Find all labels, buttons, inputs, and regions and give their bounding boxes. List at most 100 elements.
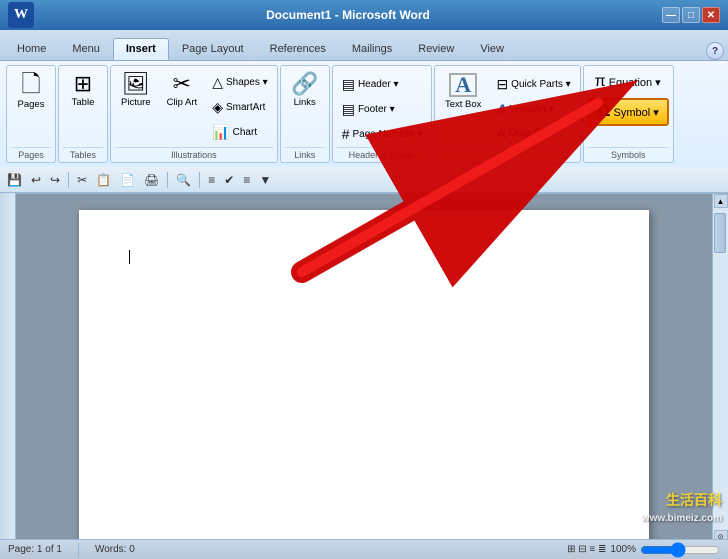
picture-button[interactable]: 🖼 Picture	[115, 69, 157, 112]
toolbar-cut[interactable]: ✂	[74, 172, 90, 188]
scroll-track[interactable]	[714, 208, 728, 530]
minimize-button[interactable]: —	[662, 7, 680, 23]
smartart-label: SmartArt	[226, 102, 265, 113]
pages-button[interactable]: 🗋 Pages	[11, 69, 51, 114]
tab-references[interactable]: References	[257, 38, 339, 60]
tab-insert[interactable]: Insert	[113, 38, 169, 60]
tab-mailings[interactable]: Mailings	[339, 38, 405, 60]
toolbar-styles[interactable]: ≡	[205, 172, 218, 188]
scroll-thumb[interactable]	[714, 213, 726, 253]
tab-page-layout[interactable]: Page Layout	[169, 38, 257, 60]
links-icon: 🔗	[291, 73, 318, 95]
dropcap-button[interactable]: A Drop C...	[491, 122, 575, 144]
toolbar-dropdown[interactable]: ▼	[256, 172, 274, 188]
group-illustrations: 🖼 Picture ✂ Clip Art △ Shapes ▾	[110, 65, 278, 163]
document-page[interactable]	[79, 210, 649, 539]
wordart-button[interactable]: A WordArt ▾	[491, 98, 575, 120]
scroll-up-arrow[interactable]: ▲	[714, 194, 728, 208]
pages-label: Pages	[18, 99, 45, 110]
tab-home[interactable]: Home	[4, 38, 59, 60]
symbol-label: Symbol ▾	[613, 106, 658, 119]
chart-label: Chart	[233, 127, 257, 138]
quick-parts-icon: ⊟	[496, 76, 508, 93]
right-scrollbar: ▲ ⊙ ◎ ⊙ ▼	[712, 194, 728, 539]
footer-icon: ▤	[342, 101, 355, 118]
help-button[interactable]: ?	[706, 42, 724, 60]
links-group-label: Links	[285, 147, 325, 160]
word-icon[interactable]: W	[8, 2, 34, 28]
illustrations-group-label: Illustrations	[115, 147, 273, 160]
footer-label: Footer ▾	[358, 104, 395, 115]
clipart-icon: ✂	[173, 73, 191, 95]
scroll-prev-page[interactable]: ⊙	[714, 530, 728, 539]
toolbar-sep2	[167, 172, 168, 188]
table-button[interactable]: ⊞ Table	[63, 69, 103, 112]
equation-icon: π	[595, 73, 606, 91]
text-cursor	[129, 250, 130, 264]
tab-menu[interactable]: Menu	[59, 38, 113, 60]
smartart-button[interactable]: ◈ SmartArt	[207, 96, 273, 119]
window-controls: — □ ✕	[662, 7, 720, 23]
pages-icon: 🗋	[21, 73, 40, 97]
picture-icon: 🖼	[122, 73, 150, 95]
chart-button[interactable]: 📊 Chart	[207, 121, 273, 144]
toolbar-save[interactable]: 💾	[4, 172, 25, 188]
header-icon: ▤	[342, 76, 355, 93]
symbol-button[interactable]: Ω Symbol ▾	[588, 98, 669, 126]
maximize-button[interactable]: □	[682, 7, 700, 23]
header-button[interactable]: ▤ Header ▾	[337, 73, 427, 96]
page-number-label: Page Number ▾	[353, 129, 423, 140]
textbox-button[interactable]: A Text Box	[439, 69, 487, 114]
equation-label: Equation ▾	[609, 76, 661, 89]
close-button[interactable]: ✕	[702, 7, 720, 23]
status-separator	[78, 543, 79, 557]
ribbon-tab-row: Home Menu Insert Page Layout References …	[0, 30, 728, 60]
status-bar: Page: 1 of 1 Words: 0 ⊞ ⊟ ≡ ≣ 100%	[0, 539, 728, 559]
group-pages: 🗋 Pages Pages	[6, 65, 56, 163]
clipart-label: Clip Art	[167, 97, 198, 108]
textbox-label: Text Box	[445, 99, 481, 110]
table-icon: ⊞	[74, 73, 92, 95]
links-label: Links	[294, 97, 316, 108]
dropcap-label: Drop C...	[509, 128, 549, 139]
shapes-button[interactable]: △ Shapes ▾	[207, 71, 273, 94]
picture-label: Picture	[121, 97, 151, 108]
header-footer-group-label: Header & Footer	[337, 147, 427, 160]
chart-icon: 📊	[212, 124, 229, 141]
quick-parts-button[interactable]: ⊟ Quick Parts ▾	[491, 73, 575, 96]
toolbar-copy[interactable]: 📋	[93, 172, 114, 188]
wordart-label: WordArt ▾	[510, 104, 554, 115]
footer-button[interactable]: ▤ Footer ▾	[337, 98, 427, 121]
group-symbols: π Equation ▾ Ω Symbol ▾ Symbols	[583, 65, 674, 163]
watermark: www.bimeiz.com	[642, 513, 722, 524]
clipart-button[interactable]: ✂ Clip Art	[161, 69, 204, 112]
equation-button[interactable]: π Equation ▾	[588, 69, 668, 95]
textbox-icon: A	[449, 73, 477, 97]
group-text: A Text Box ⊟ Quick Parts ▾ A WordArt ▾ A	[434, 65, 581, 163]
left-ruler	[0, 193, 16, 539]
shapes-icon: △	[212, 74, 223, 91]
dropcap-icon: A	[496, 125, 505, 141]
toolbar-undo[interactable]: ↩	[28, 172, 44, 188]
window-title: Document1 - Microsoft Word	[34, 8, 662, 22]
toolbar-redo[interactable]: ↪	[47, 172, 63, 188]
pages-group-label: Pages	[11, 147, 51, 160]
symbols-group-label: Symbols	[588, 147, 669, 160]
text-group-label: Text	[439, 147, 576, 160]
tab-review[interactable]: Review	[405, 38, 467, 60]
toolbar-check[interactable]: ✔	[221, 172, 237, 188]
toolbar-para[interactable]: ≡	[240, 172, 253, 188]
toolbar-paste[interactable]: 📄	[117, 172, 138, 188]
page-number-button[interactable]: # Page Number ▾	[337, 123, 427, 145]
group-header-footer: ▤ Header ▾ ▤ Footer ▾ # Page Number ▾ He…	[332, 65, 432, 163]
links-button[interactable]: 🔗 Links	[285, 69, 325, 112]
wordart-icon: A	[496, 101, 506, 117]
watermark-cn: 生活百科	[666, 490, 722, 510]
smartart-icon: ◈	[212, 99, 223, 116]
zoom-slider[interactable]	[640, 545, 720, 555]
toolbar-print[interactable]: 🖨	[141, 172, 162, 188]
toolbar-find[interactable]: 🔍	[173, 172, 194, 188]
page-number-icon: #	[342, 126, 350, 142]
tab-view[interactable]: View	[467, 38, 517, 60]
toolbar-row: 💾 ↩ ↪ ✂ 📋 📄 🖨 🔍 ≡ ✔ ≡ ▼	[0, 167, 728, 193]
